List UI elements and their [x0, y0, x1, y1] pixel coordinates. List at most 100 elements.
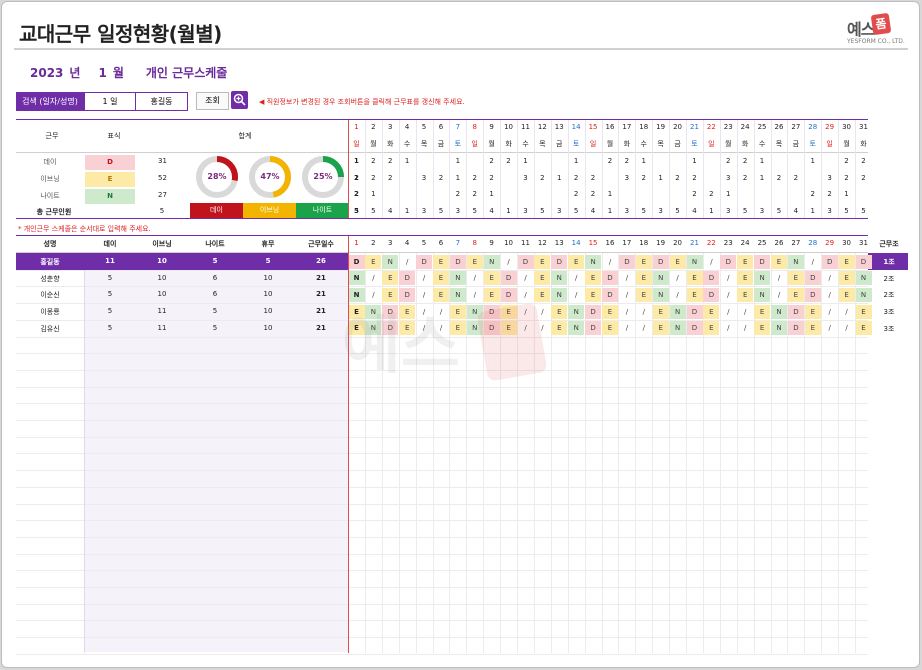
- schedule-cell[interactable]: E: [737, 287, 754, 302]
- schedule-cell[interactable]: /: [416, 305, 432, 319]
- schedule-cell[interactable]: /: [619, 288, 635, 302]
- schedule-cell[interactable]: E: [399, 321, 416, 336]
- schedule-cell[interactable]: N: [568, 321, 585, 336]
- schedule-cell[interactable]: /: [518, 305, 534, 319]
- schedule-cell[interactable]: E: [838, 254, 855, 269]
- schedule-cell[interactable]: E: [500, 304, 517, 319]
- schedule-cell[interactable]: E: [551, 321, 568, 336]
- search-name-field[interactable]: 홍길동: [136, 91, 188, 111]
- schedule-cell[interactable]: E: [348, 304, 365, 319]
- schedule-cell[interactable]: D: [551, 254, 568, 269]
- schedule-cell[interactable]: /: [839, 305, 855, 319]
- schedule-cell[interactable]: /: [602, 255, 618, 269]
- schedule-cell[interactable]: E: [534, 254, 551, 269]
- schedule-cell[interactable]: E: [585, 287, 602, 302]
- schedule-cell[interactable]: E: [433, 271, 449, 286]
- schedule-cell[interactable]: N: [771, 321, 787, 336]
- schedule-cell[interactable]: /: [822, 321, 838, 335]
- schedule-cell[interactable]: D: [483, 321, 500, 336]
- schedule-cell[interactable]: E: [534, 287, 551, 302]
- schedule-cell[interactable]: E: [703, 304, 720, 319]
- schedule-cell[interactable]: E: [804, 304, 821, 319]
- schedule-cell[interactable]: E: [787, 271, 804, 286]
- employee-name[interactable]: 김유신: [30, 324, 70, 334]
- schedule-cell[interactable]: N: [754, 271, 771, 286]
- schedule-cell[interactable]: D: [449, 254, 466, 269]
- schedule-cell[interactable]: E: [838, 287, 855, 302]
- schedule-cell[interactable]: /: [771, 288, 787, 302]
- schedule-cell[interactable]: N: [449, 271, 466, 286]
- schedule-cell[interactable]: E: [500, 321, 517, 336]
- schedule-cell[interactable]: /: [619, 321, 635, 335]
- schedule-cell[interactable]: D: [855, 254, 872, 269]
- schedule-cell[interactable]: /: [619, 271, 635, 285]
- schedule-cell[interactable]: E: [602, 321, 618, 336]
- employee-name[interactable]: 이몽룡: [30, 307, 70, 317]
- schedule-cell[interactable]: /: [737, 305, 753, 319]
- schedule-cell[interactable]: N: [585, 254, 602, 269]
- schedule-cell[interactable]: E: [855, 304, 872, 319]
- schedule-cell[interactable]: /: [822, 288, 838, 302]
- schedule-cell[interactable]: D: [382, 321, 399, 336]
- schedule-cell[interactable]: N: [771, 304, 787, 319]
- schedule-cell[interactable]: D: [382, 304, 399, 319]
- schedule-cell[interactable]: N: [551, 271, 568, 286]
- schedule-cell[interactable]: N: [365, 321, 382, 336]
- schedule-cell[interactable]: N: [466, 321, 483, 336]
- schedule-cell[interactable]: /: [501, 255, 517, 269]
- schedule-cell[interactable]: E: [669, 254, 686, 269]
- schedule-cell[interactable]: /: [771, 271, 787, 285]
- schedule-cell[interactable]: D: [348, 254, 365, 269]
- schedule-cell[interactable]: E: [399, 304, 416, 319]
- schedule-cell[interactable]: E: [466, 254, 483, 269]
- employee-name[interactable]: 홍길동: [30, 257, 70, 267]
- schedule-cell[interactable]: /: [822, 305, 838, 319]
- schedule-cell[interactable]: D: [686, 304, 703, 319]
- schedule-cell[interactable]: D: [618, 254, 635, 269]
- schedule-cell[interactable]: E: [483, 287, 500, 302]
- schedule-cell[interactable]: N: [669, 321, 686, 336]
- schedule-cell[interactable]: D: [804, 271, 821, 286]
- schedule-cell[interactable]: /: [636, 321, 652, 335]
- schedule-cell[interactable]: /: [568, 271, 584, 285]
- schedule-cell[interactable]: E: [568, 254, 585, 269]
- schedule-cell[interactable]: D: [720, 254, 737, 269]
- query-button[interactable]: 조회: [196, 92, 229, 110]
- schedule-cell[interactable]: /: [534, 321, 550, 335]
- schedule-cell[interactable]: /: [720, 288, 736, 302]
- schedule-cell[interactable]: E: [771, 254, 787, 269]
- schedule-cell[interactable]: D: [787, 321, 804, 336]
- schedule-cell[interactable]: E: [585, 271, 602, 286]
- schedule-cell[interactable]: /: [670, 271, 686, 285]
- schedule-cell[interactable]: N: [652, 287, 669, 302]
- schedule-cell[interactable]: /: [467, 271, 483, 285]
- schedule-cell[interactable]: /: [433, 321, 449, 335]
- schedule-cell[interactable]: D: [483, 304, 500, 319]
- schedule-cell[interactable]: /: [822, 271, 838, 285]
- schedule-cell[interactable]: D: [703, 271, 720, 286]
- schedule-cell[interactable]: /: [518, 271, 534, 285]
- schedule-cell[interactable]: D: [399, 287, 416, 302]
- schedule-cell[interactable]: /: [568, 288, 584, 302]
- schedule-cell[interactable]: E: [737, 254, 754, 269]
- schedule-cell[interactable]: /: [399, 255, 415, 269]
- schedule-cell[interactable]: N: [483, 254, 500, 269]
- schedule-cell[interactable]: E: [737, 271, 754, 286]
- schedule-cell[interactable]: /: [534, 305, 550, 319]
- schedule-cell[interactable]: /: [720, 305, 736, 319]
- schedule-cell[interactable]: D: [500, 271, 517, 286]
- schedule-cell[interactable]: D: [686, 321, 703, 336]
- schedule-cell[interactable]: E: [551, 304, 568, 319]
- schedule-cell[interactable]: E: [686, 271, 703, 286]
- schedule-cell[interactable]: E: [652, 304, 669, 319]
- schedule-cell[interactable]: /: [720, 321, 736, 335]
- schedule-cell[interactable]: /: [365, 271, 381, 285]
- search-zoom-button[interactable]: [231, 91, 248, 109]
- schedule-cell[interactable]: D: [804, 287, 821, 302]
- schedule-cell[interactable]: N: [855, 271, 872, 286]
- schedule-cell[interactable]: D: [602, 287, 618, 302]
- schedule-cell[interactable]: /: [416, 288, 432, 302]
- schedule-cell[interactable]: /: [805, 255, 821, 269]
- schedule-cell[interactable]: /: [416, 271, 432, 285]
- schedule-cell[interactable]: /: [720, 271, 736, 285]
